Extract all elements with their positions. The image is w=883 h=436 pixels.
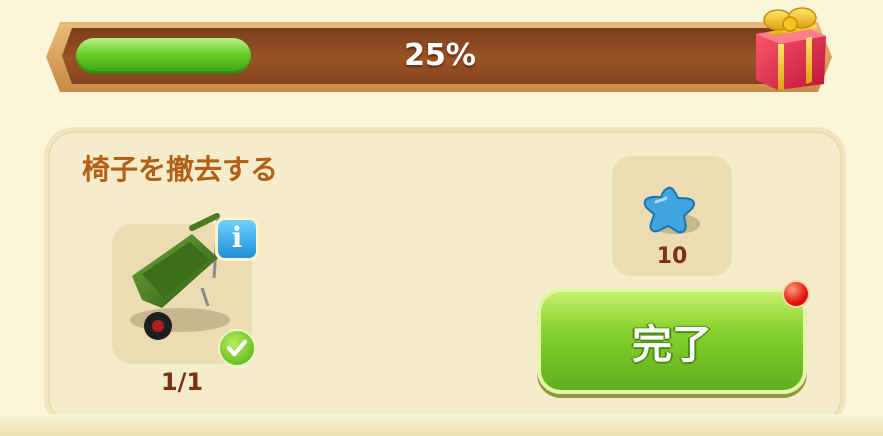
complete-button-label: 完了 <box>632 322 712 368</box>
task-title: 椅子を撤去する <box>82 153 279 186</box>
checkmark-icon <box>218 329 256 367</box>
progress-bar-fill <box>76 38 251 74</box>
notification-dot <box>782 280 810 308</box>
complete-button[interactable]: 完了 <box>537 288 807 394</box>
reward-amount: 10 <box>656 244 688 269</box>
progress-percent-label: 25% <box>404 38 476 73</box>
blue-star-icon <box>643 186 700 234</box>
info-button[interactable]: i <box>215 217 259 261</box>
required-item-count: 1/1 <box>160 368 204 396</box>
gift-box-icon[interactable] <box>748 0 832 92</box>
bottom-shade <box>0 414 883 436</box>
